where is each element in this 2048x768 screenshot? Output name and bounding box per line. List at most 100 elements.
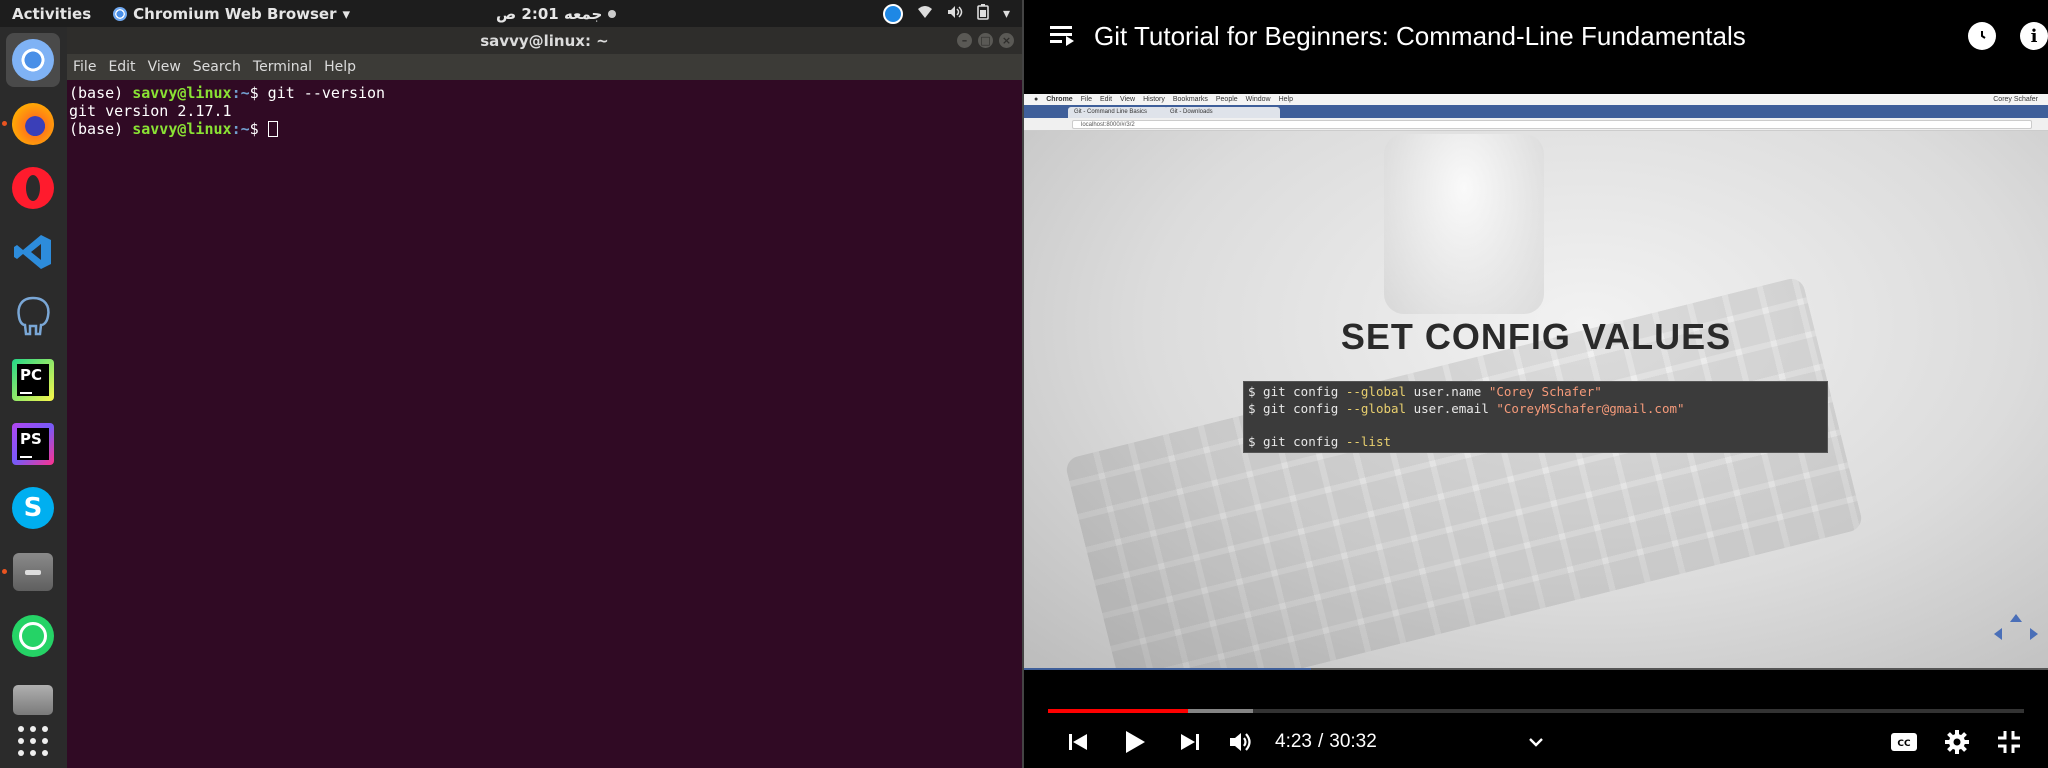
dock-item-skype[interactable]: S (6, 481, 60, 535)
running-indicator (2, 569, 7, 574)
whatsapp-icon (12, 615, 54, 657)
terminal-title: savvy@linux: ~ (480, 31, 609, 50)
terminal-output[interactable]: (base) savvy@linux:~$ git --version git … (67, 80, 1022, 142)
code-mid: user.email (1406, 400, 1497, 416)
dock-item-phpstorm[interactable]: PS (6, 417, 60, 471)
clock-label: جمعه 2:01 ص (496, 4, 603, 23)
chevron-down-icon (1529, 738, 1543, 747)
pycharm-label: PC (20, 366, 43, 384)
dock-item-firefox[interactable] (2, 97, 60, 151)
settings-button[interactable] (1942, 728, 1972, 756)
player-header: Git Tutorial for Beginners: Command-Line… (1024, 0, 2048, 72)
skype-icon: S (12, 487, 54, 529)
menu-edit[interactable]: Edit (108, 59, 135, 75)
mac-browser-tabs: Git - Command Line Basics Git - Download… (1024, 105, 2048, 118)
mac-menu-item: Bookmarks (1172, 96, 1208, 103)
menu-view[interactable]: View (148, 59, 181, 75)
volume-icon (947, 5, 963, 23)
dock-item-whatsapp[interactable] (6, 609, 60, 663)
play-button[interactable] (1120, 728, 1150, 756)
show-applications-button[interactable] (6, 714, 60, 768)
opera-icon (12, 167, 54, 209)
slide-progress (1024, 668, 2048, 670)
dock-item-opera[interactable] (6, 161, 60, 215)
code-cmd: $ git config (1248, 384, 1346, 399)
terminal-window[interactable]: savvy@linux: ~ – □ × File Edit View Sear… (67, 27, 1022, 768)
volume-icon (1230, 733, 1251, 751)
mac-menu-item: File (1080, 96, 1092, 103)
camera-icon (13, 685, 53, 715)
video-title[interactable]: Git Tutorial for Beginners: Command-Line… (1094, 21, 1746, 52)
background-mug (1384, 134, 1544, 314)
mac-browser-tab: Git - Downloads (1164, 107, 1280, 118)
captions-button[interactable]: CC (1888, 728, 1920, 756)
dock-item-pycharm[interactable]: PC (6, 353, 60, 407)
minimize-button[interactable]: – (957, 33, 972, 48)
next-button[interactable] (1176, 728, 1204, 756)
chevron-down-icon: ▾ (1002, 5, 1010, 22)
menu-file[interactable]: File (73, 59, 96, 75)
terminal-line: (base) savvy@linux:~$ (69, 120, 1020, 138)
firefox-icon (12, 103, 54, 145)
mute-button[interactable] (1226, 728, 1256, 756)
video-player[interactable]: Git Tutorial for Beginners: Command-Line… (1024, 0, 2048, 768)
time-separator: / (1317, 731, 1324, 752)
info-icon: i (2030, 25, 2038, 47)
system-tray[interactable]: ▾ (882, 3, 1010, 24)
clock[interactable]: جمعه 2:01 ص (496, 4, 617, 23)
playlist-icon[interactable] (1050, 25, 1074, 47)
mac-browser-tab: Git - Command Line Basics (1068, 107, 1168, 118)
code-line: $ git config --global user.email "CoreyM… (1248, 401, 1823, 418)
menu-search[interactable]: Search (193, 59, 241, 75)
dock-item-chromium[interactable] (6, 33, 60, 87)
prompt-user: savvy@linux (132, 84, 232, 102)
wifi-icon (917, 5, 933, 23)
app-menu[interactable]: Chromium Web Browser ▾ (113, 5, 350, 23)
code-line: $ git config --list (1248, 434, 1823, 451)
code-cmd: $ git config (1248, 433, 1346, 449)
mac-user: Corey Schafer (1993, 96, 2038, 103)
player-controls: 4:23/30:32 CC (1024, 722, 2048, 762)
chapters-toggle[interactable] (1524, 728, 1548, 756)
teamviewer-icon[interactable] (882, 3, 903, 24)
video-frame[interactable]: ● Chrome File Edit View History Bookmark… (1024, 94, 2048, 670)
terminal-line: git version 2.17.1 (69, 102, 1020, 120)
clock-icon (1981, 31, 1986, 39)
skip-next-icon (1181, 734, 1199, 750)
maximize-button[interactable]: □ (978, 33, 993, 48)
previous-button[interactable] (1064, 728, 1092, 756)
gear-icon (1945, 730, 1969, 754)
dock-item-vscode[interactable] (6, 225, 60, 279)
menu-terminal[interactable]: Terminal (253, 59, 312, 75)
progress-played (1048, 709, 1188, 713)
slide-nav-arrows (1994, 614, 2038, 644)
mac-menu-item: History (1143, 96, 1165, 103)
menu-help[interactable]: Help (324, 59, 356, 75)
watch-later-button[interactable] (1968, 22, 1996, 50)
activities-button[interactable]: Activities (12, 5, 91, 23)
prompt-prefix: (base) (69, 84, 133, 102)
running-indicator (2, 121, 7, 126)
dock-item-files[interactable] (2, 545, 60, 599)
code-string: "Corey Schafer" (1488, 384, 1602, 399)
time-display: 4:23/30:32 (1275, 731, 1377, 753)
exit-fullscreen-button[interactable] (1994, 728, 2024, 756)
window-controls: – □ × (957, 33, 1014, 48)
info-button[interactable]: i (2020, 22, 2048, 50)
terminal-line: (base) savvy@linux:~$ git --version (69, 84, 1020, 102)
mac-menu-item: Help (1278, 96, 1293, 103)
prompt-user: savvy@linux (132, 120, 232, 138)
dock-item-pgadmin[interactable] (6, 289, 60, 343)
mac-menu-item: Window (1245, 96, 1271, 103)
mac-menu-item: Edit (1099, 96, 1113, 103)
close-button[interactable]: × (999, 33, 1014, 48)
time-total: 30:32 (1329, 731, 1377, 752)
progress-bar[interactable] (1048, 709, 2024, 713)
apps-grid-icon (18, 726, 48, 756)
slide-title: SET CONFIG VALUES (1340, 316, 1732, 357)
terminal-titlebar[interactable]: savvy@linux: ~ – □ × (67, 27, 1022, 54)
apple-icon: ● (1034, 96, 1039, 103)
vscode-icon (12, 231, 54, 273)
terminal-menubar: File Edit View Search Terminal Help (67, 54, 1022, 80)
app-menu-label: Chromium Web Browser (133, 4, 337, 23)
